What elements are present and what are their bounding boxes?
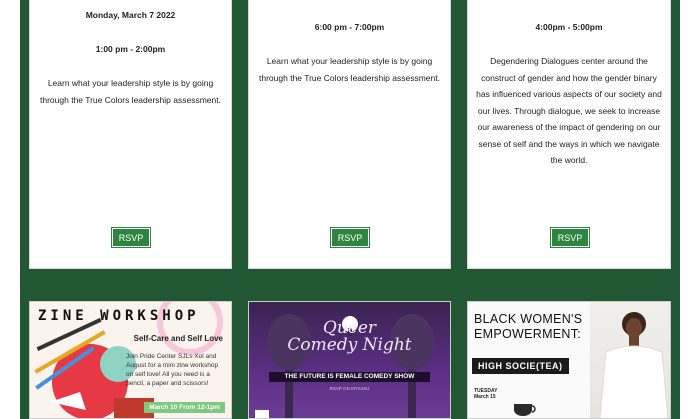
bwe-title: BLACK WOMEN'S EMPOWERMENT: bbox=[474, 312, 583, 341]
queer-title-line2: Comedy Night bbox=[287, 335, 412, 355]
event-card: 6:00 pm - 7:00pm Learn what your leaders… bbox=[248, 0, 451, 269]
event-time: 1:00 pm - 2:00pm bbox=[95, 44, 166, 54]
zine-body: Join Pride Center SJLs Xol and August fo… bbox=[126, 353, 219, 387]
zine-subtitle: Self-Care and Self Love bbox=[133, 334, 223, 343]
bwe-date-value: March 15 bbox=[474, 394, 496, 400]
event-description: Degendering Dialogues center around the … bbox=[476, 56, 662, 165]
zine-title: ZINE WORKSHOP bbox=[38, 308, 200, 324]
black-womens-empowerment-poster[interactable]: BLACK WOMEN'S EMPOWERMENT: HIGH SOCIE(TE… bbox=[467, 301, 671, 419]
event-time: 4:00pm - 5:00pm bbox=[535, 22, 603, 32]
event-date: Monday, March 7 2022 bbox=[85, 10, 176, 20]
queer-small-text: RSVP ON MYSJSU bbox=[329, 386, 370, 391]
queer-title: Queer Comedy Night bbox=[249, 320, 450, 354]
event-card: Monday, March 7 2022 1:00 pm - 2:00pm Le… bbox=[29, 0, 232, 269]
event-card: 4:00pm - 5:00pm Degendering Dialogues ce… bbox=[467, 0, 671, 269]
rsvp-button[interactable]: RSVP bbox=[330, 227, 370, 248]
event-description: Learn what your leadership style is by g… bbox=[40, 78, 221, 105]
bwe-date: TUESDAY March 15 bbox=[474, 388, 497, 400]
woman-portrait-icon bbox=[599, 312, 669, 418]
portrait-image bbox=[590, 302, 670, 418]
event-time: 6:00 pm - 7:00pm bbox=[314, 22, 385, 32]
rsvp-button[interactable]: RSVP bbox=[550, 227, 590, 248]
zine-date: March 10 From 12-1pm bbox=[144, 402, 225, 413]
bwe-tagline: HIGH SOCIE(TEA) bbox=[472, 358, 569, 374]
teacup-icon bbox=[514, 404, 536, 416]
rsvp-button[interactable]: RSVP bbox=[111, 227, 151, 248]
zine-workshop-poster[interactable]: ZINE WORKSHOP Self-Care and Self Love Jo… bbox=[29, 301, 232, 419]
queer-banner: THE FUTURE IS FEMALE COMEDY SHOW bbox=[269, 372, 430, 382]
events-panel: Monday, March 7 2022 1:00 pm - 2:00pm Le… bbox=[20, 0, 680, 419]
queer-comedy-poster[interactable]: Queer Comedy Night THE FUTURE IS FEMALE … bbox=[248, 301, 451, 419]
event-description: Learn what your leadership style is by g… bbox=[259, 56, 440, 83]
